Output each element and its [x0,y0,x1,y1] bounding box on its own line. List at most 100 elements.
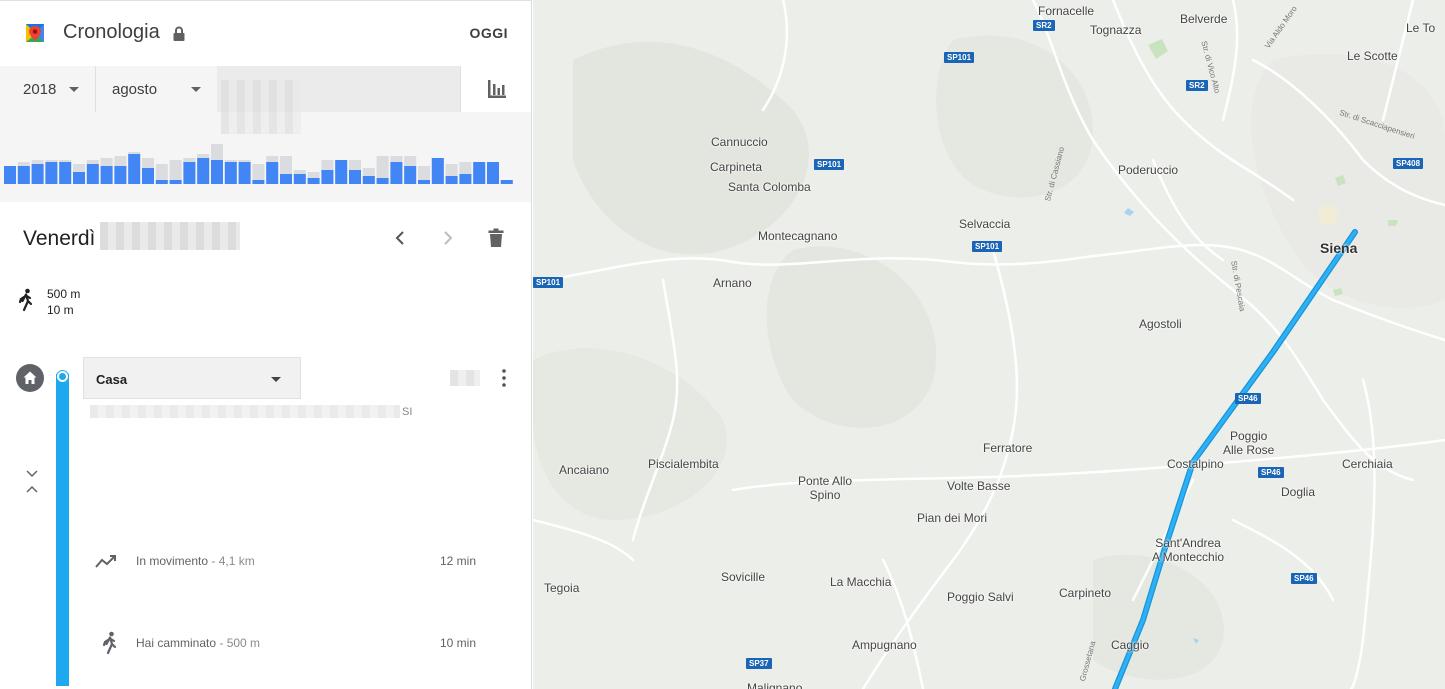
activity-day-bar[interactable] [224,160,237,184]
activity-day-bar[interactable] [45,160,58,184]
timeline-panel: Cronologia OGGI 2018 agosto Venerdì 500 … [0,0,532,689]
activity-day-bar[interactable] [100,158,113,184]
bar-active [31,164,44,184]
activity-day-bar[interactable] [114,156,127,184]
bar-active [224,162,237,184]
place-name: Casa [96,372,128,387]
bar-active [211,160,223,184]
bar-active [459,174,472,184]
day-dropdown[interactable] [217,66,460,134]
activity-day-bar[interactable] [459,162,472,184]
bar-active [418,180,430,184]
month-value: agosto [112,80,158,98]
stats-button[interactable] [460,66,531,112]
map-place-label: Santa Colomba [728,180,811,194]
year-dropdown[interactable]: 2018 [0,66,96,112]
more-options-icon[interactable] [498,368,510,388]
activity-day-bar[interactable] [197,154,210,184]
activity-day-bar[interactable] [362,168,375,184]
map-view[interactable]: Fornacelle Tognazza Belverde Le To Le Scotte… [533,0,1445,689]
activity-moving[interactable]: In movimento - 4,1 km 12 min [94,549,514,573]
map-place-label: Costalpino [1167,457,1224,471]
road-shield: SP101 [944,52,975,63]
bar-active [473,162,486,184]
activity-day-bar[interactable] [293,170,306,184]
activity-day-bar[interactable] [86,160,99,184]
app-window: Cronologia OGGI 2018 agosto Venerdì 500 … [0,0,1445,689]
road-shield: SR2 [1033,20,1055,31]
activity-day-bar[interactable] [487,162,499,184]
activity-day-bar[interactable] [183,158,196,184]
activity-day-bar[interactable] [445,164,458,184]
activity-day-bar[interactable] [31,160,44,184]
today-button[interactable]: OGGI [469,25,508,41]
bar-active [142,168,154,184]
bar-active [487,162,499,184]
place-dropdown[interactable]: Casa [83,357,301,399]
activity-day-bar[interactable] [280,156,292,184]
map-place-label: Carpineta [710,160,763,174]
google-maps-logo-icon [26,24,44,42]
map-place-label: Ancaiano [559,463,610,477]
activity-day-bar[interactable] [376,156,389,184]
map-place-label: Cerchiaia [1342,457,1393,471]
activity-day-bar[interactable] [431,158,444,184]
next-day-button[interactable] [437,227,459,249]
map-place-label: Tognazza [1090,23,1142,37]
bar-active [17,166,30,184]
activity-day-bar[interactable] [59,160,72,184]
map-place-label: Poggio Alle Rose [1223,429,1275,457]
road-shield: SP46 [1258,467,1284,478]
activity-day-bar[interactable] [252,164,265,184]
activity-day-bar[interactable] [307,172,320,184]
activity-day-bar[interactable] [349,160,361,184]
chevron-down-icon [191,87,201,92]
activity-day-bar[interactable] [418,166,430,184]
previous-day-button[interactable] [389,227,411,249]
activity-day-bar[interactable] [169,160,182,184]
map-place-label: Poggio Salvi [947,590,1014,604]
activity-day-bar[interactable] [335,160,348,184]
activity-day-bar[interactable] [473,162,486,184]
activity-day-bar[interactable] [404,156,417,184]
road-shield: SP46 [1291,573,1317,584]
road-shield: SP408 [1393,158,1424,169]
activity-day-bar[interactable] [266,156,279,184]
activity-day-bar[interactable] [155,164,168,184]
activity-day-bar[interactable] [211,144,223,184]
activity-day-bar[interactable] [142,158,154,184]
activity-day-bar[interactable] [73,164,85,184]
blurred-date [100,222,240,250]
summary-distance: 500 m [47,287,81,301]
timeline-start-dot [57,371,68,382]
activity-walking[interactable]: Hai camminato - 500 m 10 min [94,631,514,655]
day-title: Venerdì [23,227,96,250]
map-place-label: Montecagnano [758,229,838,243]
activity-day-bar[interactable] [4,166,16,184]
activity-label: In movimento [136,554,209,568]
expand-collapse-button[interactable] [25,468,39,496]
activity-day-bar[interactable] [500,180,513,184]
activity-day-bar[interactable] [17,162,30,184]
bar-active [335,160,348,184]
road-shield: SP37 [746,658,772,669]
bar-active [321,170,334,184]
month-dropdown[interactable]: agosto [97,66,217,112]
delete-day-button[interactable] [485,227,507,249]
bar-active [362,176,375,184]
summary-duration: 10 m [47,303,74,317]
activity-day-bar[interactable] [238,160,251,184]
bar-active [128,154,141,184]
bar-active [404,166,417,184]
activity-day-bar[interactable] [390,156,403,184]
monthly-activity-chart[interactable] [0,144,532,184]
activity-day-bar[interactable] [321,160,334,184]
map-place-label: Malignano [747,681,803,689]
map-place-label: Ponte Allo Spino [798,474,853,502]
home-icon [16,364,44,392]
activity-day-bar[interactable] [128,152,141,184]
activity-duration: 10 min [439,636,476,650]
road-shield: SP101 [814,159,845,170]
map-place-label: Piscialembita [648,457,719,471]
chevron-down-icon [271,377,281,382]
